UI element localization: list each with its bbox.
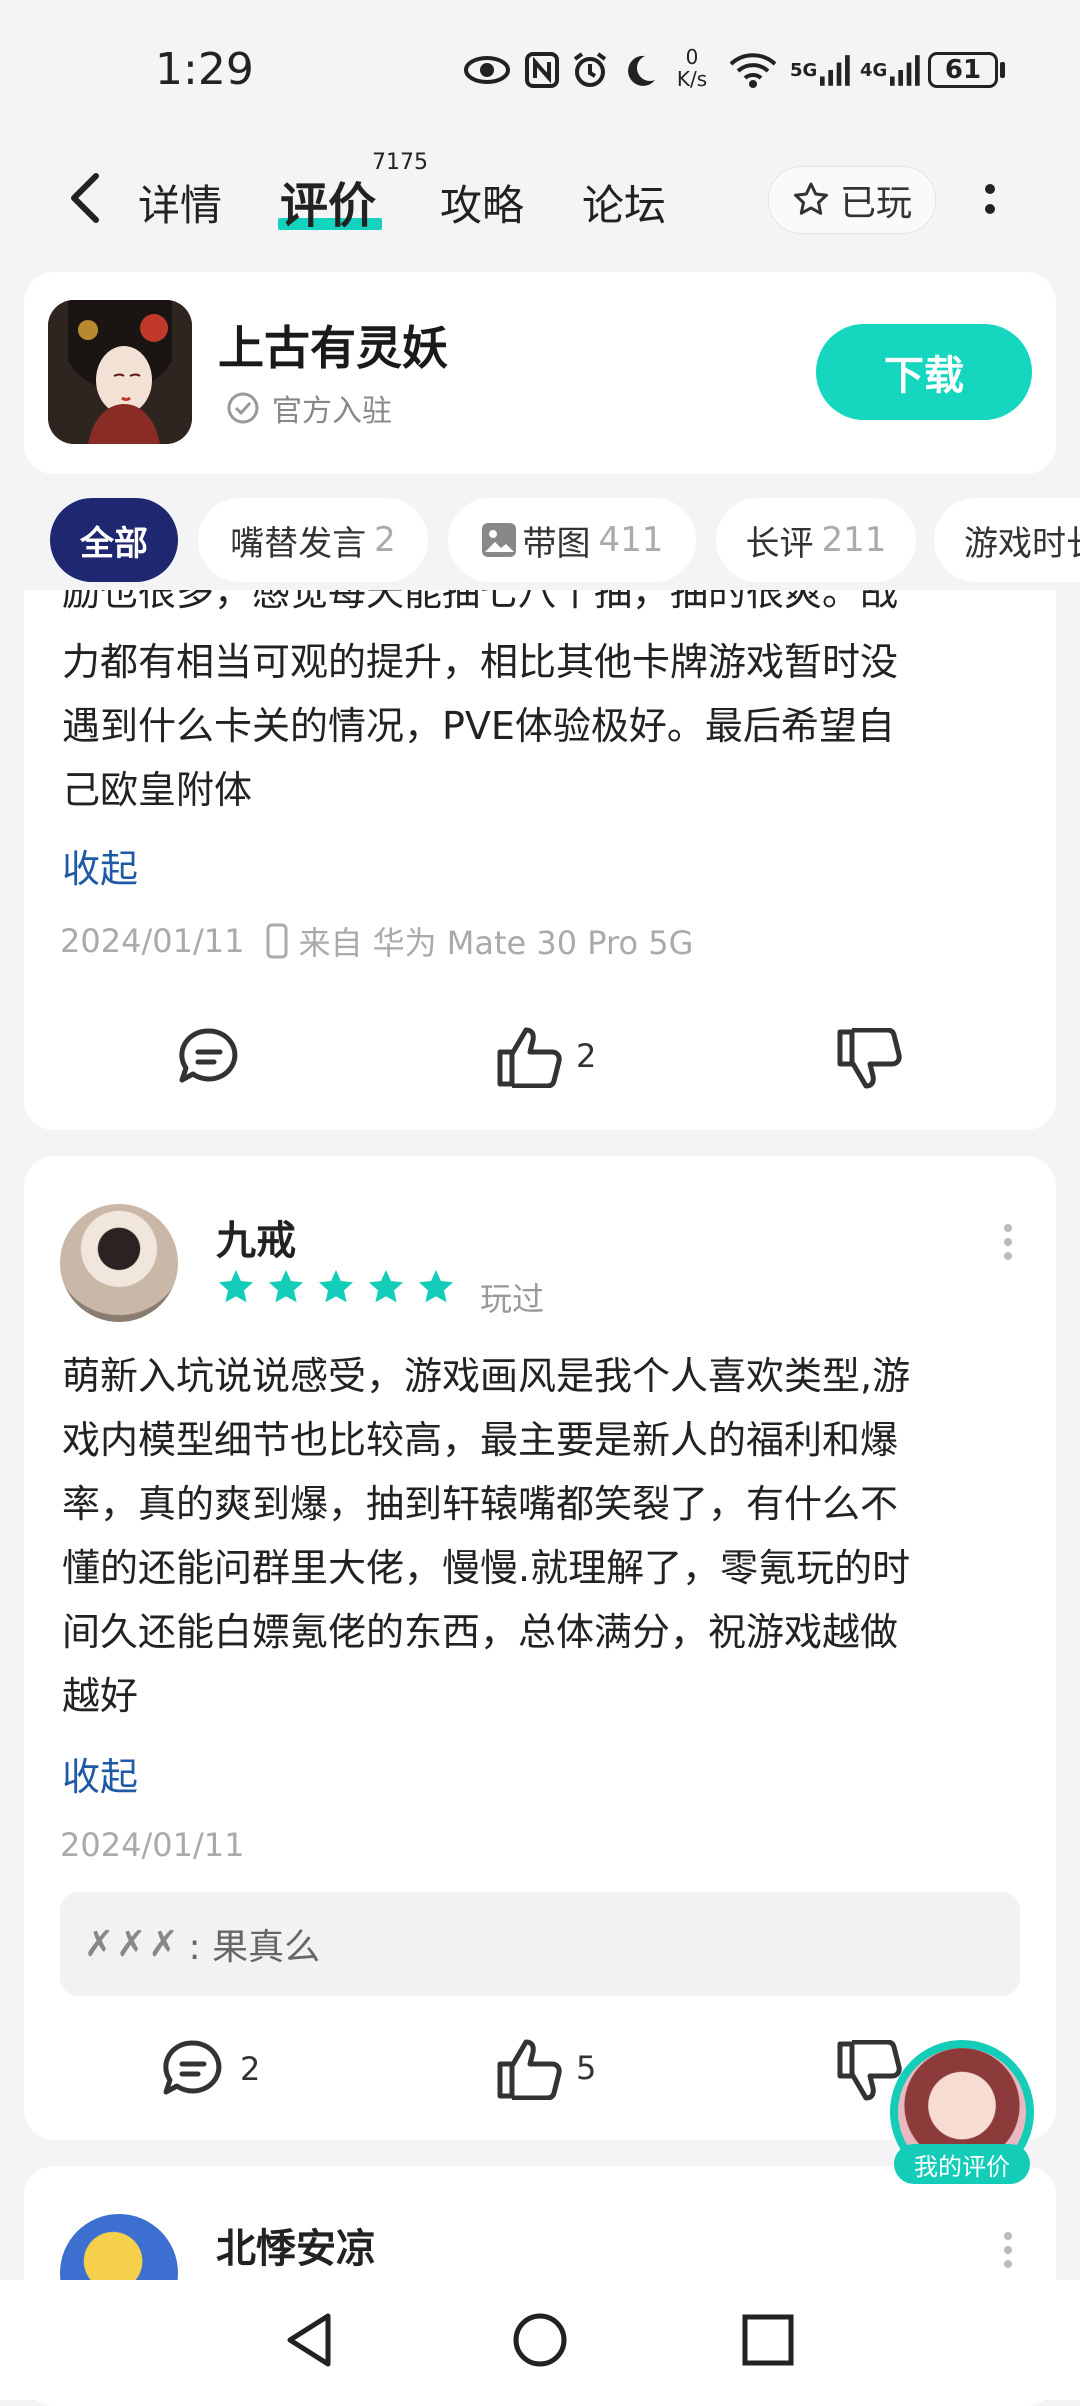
review-meta: 2024/01/11 来自 华为 Mate 30 Pro 5G (60, 918, 693, 964)
my-review-label[interactable]: 我的评价 (894, 2144, 1030, 2184)
comment-count: 2 (240, 2050, 261, 2088)
review-text-line: 励也很多，感觉每天能抽七八十抽，抽的很爽。战 (62, 590, 899, 614)
star-icon (369, 1270, 403, 1303)
tab-details[interactable]: 详情 (138, 172, 222, 233)
battery-icon: 61 (928, 52, 998, 88)
like-count: 2 (576, 1037, 597, 1075)
filter-mouthpiece-count: 2 (374, 520, 396, 560)
review-text-line: 力都有相当可观的提升，相比其他卡牌游戏暂时没 (62, 640, 899, 684)
rating-stars (216, 1268, 456, 1308)
review-text-line: 遇到什么卡关的情况，PVE体验极好。最后希望自 (62, 704, 895, 748)
reply-text: : 果真么 (188, 1927, 321, 1968)
review-author[interactable]: 北悸安凉 (216, 2216, 376, 2274)
image-icon (481, 523, 516, 557)
tab-forum[interactable]: 论坛 (582, 172, 666, 233)
back-arrow-icon[interactable] (58, 168, 118, 228)
review-date: 2024/01/11 (60, 922, 245, 960)
review-device: 来自 华为 Mate 30 Pro 5G (298, 924, 694, 962)
signal-4g-icon: 4G (860, 50, 920, 90)
filter-all-label: 全部 (80, 523, 148, 564)
more-options-icon[interactable] (970, 176, 1010, 222)
star-outline-icon (793, 182, 828, 215)
filter-mouthpiece-label: 嘴替发言 (230, 523, 367, 564)
reply-user: ✗✗✗ (84, 1923, 181, 1965)
nav-home-icon[interactable] (510, 2310, 570, 2374)
filter-with-image-label: 带图 (522, 523, 591, 564)
star-icon (219, 1270, 253, 1303)
check-circle-icon (227, 392, 259, 424)
filter-play-time-label: 游戏时长 (964, 523, 1080, 564)
comment-button[interactable]: 2 (160, 2038, 260, 2100)
filter-with-image-count: 411 (598, 520, 664, 560)
review-more-icon[interactable] (1000, 1222, 1016, 1266)
filter-with-image[interactable]: 带图 411 (448, 498, 696, 582)
review-text-line: 戏内模型细节也比较高，最主要是新人的福利和爆 (62, 1418, 899, 1462)
nav-recents-icon[interactable] (740, 2312, 796, 2372)
like-count: 5 (576, 2049, 597, 2087)
download-button[interactable]: 下载 (816, 324, 1032, 420)
review-more-icon[interactable] (1000, 2230, 1016, 2274)
filter-long-review-label: 长评 (745, 523, 814, 564)
thumbs-up-icon (497, 1027, 562, 1088)
status-time: 1:29 (155, 44, 254, 95)
review-text-line: 间久还能白嫖氪佬的东西，总体满分，祝游戏越做 (62, 1610, 899, 1654)
comment-button[interactable] (176, 1026, 242, 1088)
moon-icon (622, 50, 658, 90)
official-badge: 官方入驻 (226, 386, 392, 430)
like-button[interactable]: 5 (496, 2036, 596, 2100)
filter-long-review-count: 211 (821, 520, 887, 560)
thumbs-up-icon (497, 2039, 562, 2100)
filter-all[interactable]: 全部 (50, 498, 178, 582)
tab-guides[interactable]: 攻略 (440, 172, 524, 233)
review-text-line: 懂的还能问群里大佬，慢慢.就理解了，零氪玩的时 (62, 1546, 911, 1590)
tab-reviews[interactable]: 评价 (280, 166, 376, 236)
alarm-icon (570, 50, 610, 90)
thumbs-down-icon (837, 1028, 902, 1089)
star-icon (419, 1270, 453, 1303)
filter-play-time[interactable]: 游戏时长 (934, 498, 1080, 582)
official-label: 官方入驻 (272, 394, 392, 429)
played-tag: 玩过 (480, 1280, 545, 1318)
star-icon (319, 1270, 353, 1303)
played-label: 已玩 (839, 183, 912, 224)
filter-mouthpiece[interactable]: 嘴替发言 2 (198, 498, 428, 582)
app-icon[interactable] (48, 300, 192, 444)
star-icon (269, 1270, 303, 1303)
net-speed: 0 K/s (676, 45, 708, 91)
comment-icon (163, 2040, 222, 2095)
collapse-link[interactable]: 收起 (62, 1746, 138, 1801)
phone-icon (266, 923, 288, 959)
battery-tip (1000, 62, 1005, 78)
review-count-badge: 7175 (372, 150, 428, 175)
signal-5g-icon: 5G (790, 50, 850, 90)
review-text-clipped: 励也很多，感觉每天能抽七八十抽，抽的很爽。战 (62, 590, 1022, 624)
collapse-link[interactable]: 收起 (62, 838, 138, 893)
comment-icon (179, 1028, 238, 1083)
review-date: 2024/01/11 (60, 1826, 245, 1864)
review-text-line: 己欧皇附体 (62, 768, 253, 812)
played-button[interactable]: 已玩 (768, 166, 936, 234)
review-text-line: 萌新入坑说说感受，游戏画风是我个人喜欢类型,游 (62, 1354, 911, 1398)
reply-preview[interactable]: ✗✗✗ : 果真么 (60, 1892, 1020, 1996)
filter-long-review[interactable]: 长评 211 (716, 498, 916, 582)
app-title: 上古有灵妖 (218, 321, 448, 375)
eye-icon (462, 50, 512, 90)
review-text-line: 越好 (62, 1674, 139, 1718)
review-author[interactable]: 九戒 (216, 1208, 296, 1266)
review-text-line: 率，真的爽到爆，抽到轩辕嘴都笑裂了，有什么不 (62, 1482, 899, 1526)
nfc-icon (524, 50, 560, 90)
nav-back-icon[interactable] (282, 2310, 338, 2374)
dislike-button[interactable] (836, 1028, 902, 1092)
like-button[interactable]: 2 (496, 1024, 596, 1088)
wifi-icon (728, 50, 778, 90)
avatar[interactable] (60, 1204, 178, 1322)
